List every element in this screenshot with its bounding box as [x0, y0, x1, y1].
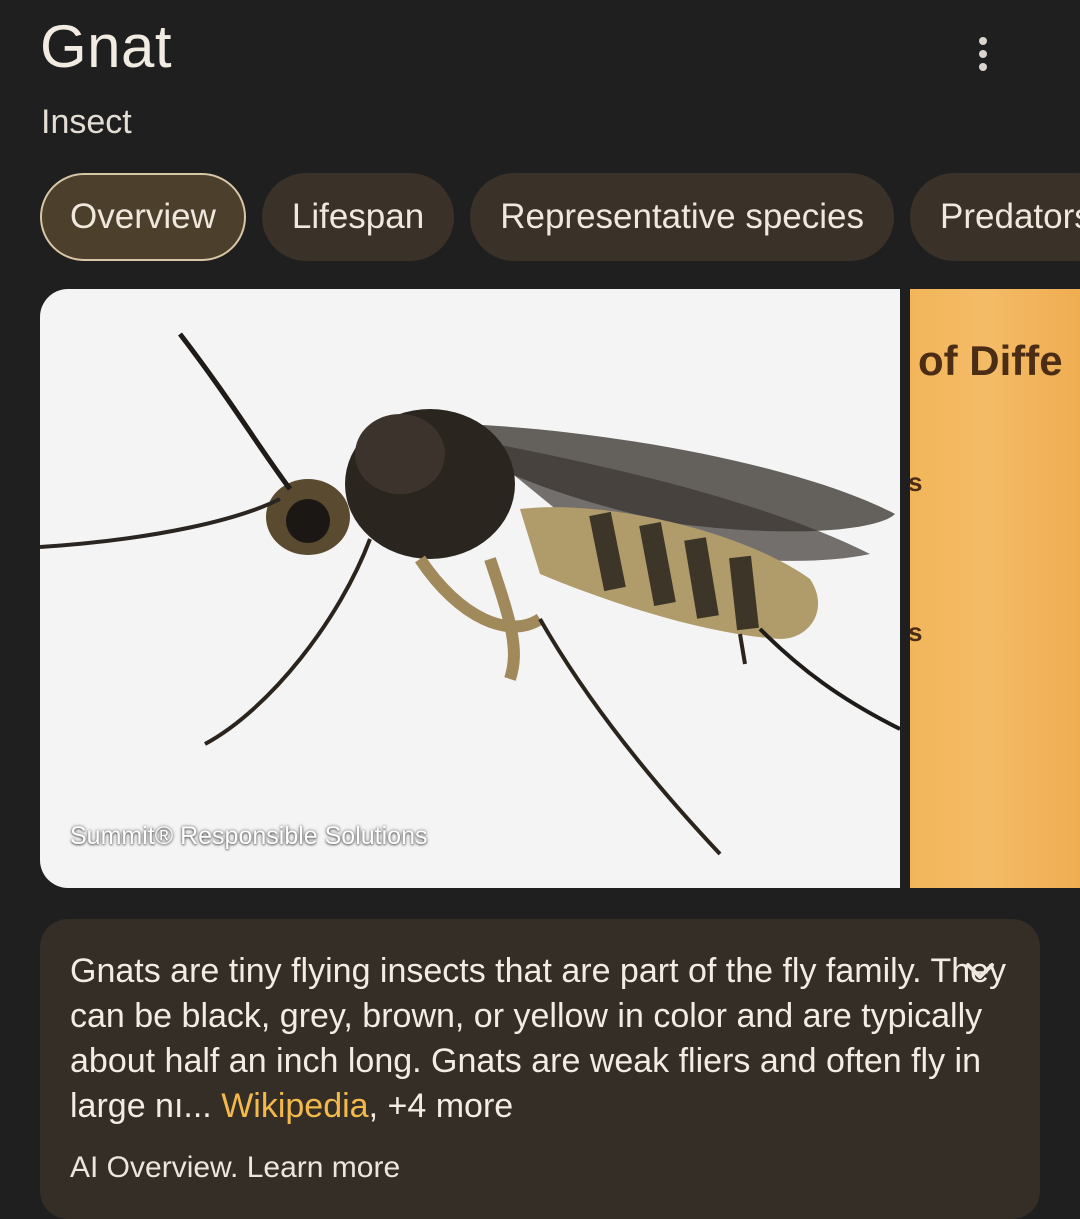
- overview-card: Gnats are tiny flying insects that are p…: [40, 919, 1040, 1219]
- chevron-down-icon[interactable]: [960, 951, 1000, 991]
- secondary-image[interactable]: of Diffe s s: [910, 289, 1080, 888]
- gnat-illustration: [40, 332, 900, 856]
- more-options-icon[interactable]: [960, 34, 1006, 74]
- page-subtitle: Insect: [41, 103, 132, 141]
- tab-representative-species[interactable]: Representative species: [470, 173, 895, 261]
- overview-description: Gnats are tiny flying insects that are p…: [70, 952, 1007, 1125]
- learn-more-link[interactable]: Learn more: [247, 1151, 400, 1184]
- secondary-image-text: of Diffe: [918, 337, 1063, 384]
- wikipedia-link[interactable]: Wikipedia: [221, 1087, 368, 1125]
- tab-lifespan[interactable]: Lifespan: [261, 173, 455, 261]
- gnat-image[interactable]: Summit® Responsible Solutions: [40, 289, 900, 888]
- overview-text: Gnats are tiny flying insects that are p…: [70, 952, 1007, 1125]
- ai-overview-line: AI Overview. Learn more: [70, 1151, 400, 1185]
- secondary-image-text-3: s: [910, 617, 923, 647]
- tab-overview[interactable]: Overview: [40, 173, 246, 261]
- image-credit: Summit® Responsible Solutions: [70, 822, 428, 850]
- tab-bar: Overview Lifespan Representative species…: [40, 173, 1080, 261]
- more-sources-link[interactable]: +4 more: [388, 1087, 514, 1125]
- tab-predators[interactable]: Predators: [910, 173, 1080, 261]
- secondary-image-text-2: s: [910, 467, 923, 497]
- ai-overview-label: AI Overview.: [70, 1151, 239, 1184]
- page-title: Gnat: [40, 13, 173, 80]
